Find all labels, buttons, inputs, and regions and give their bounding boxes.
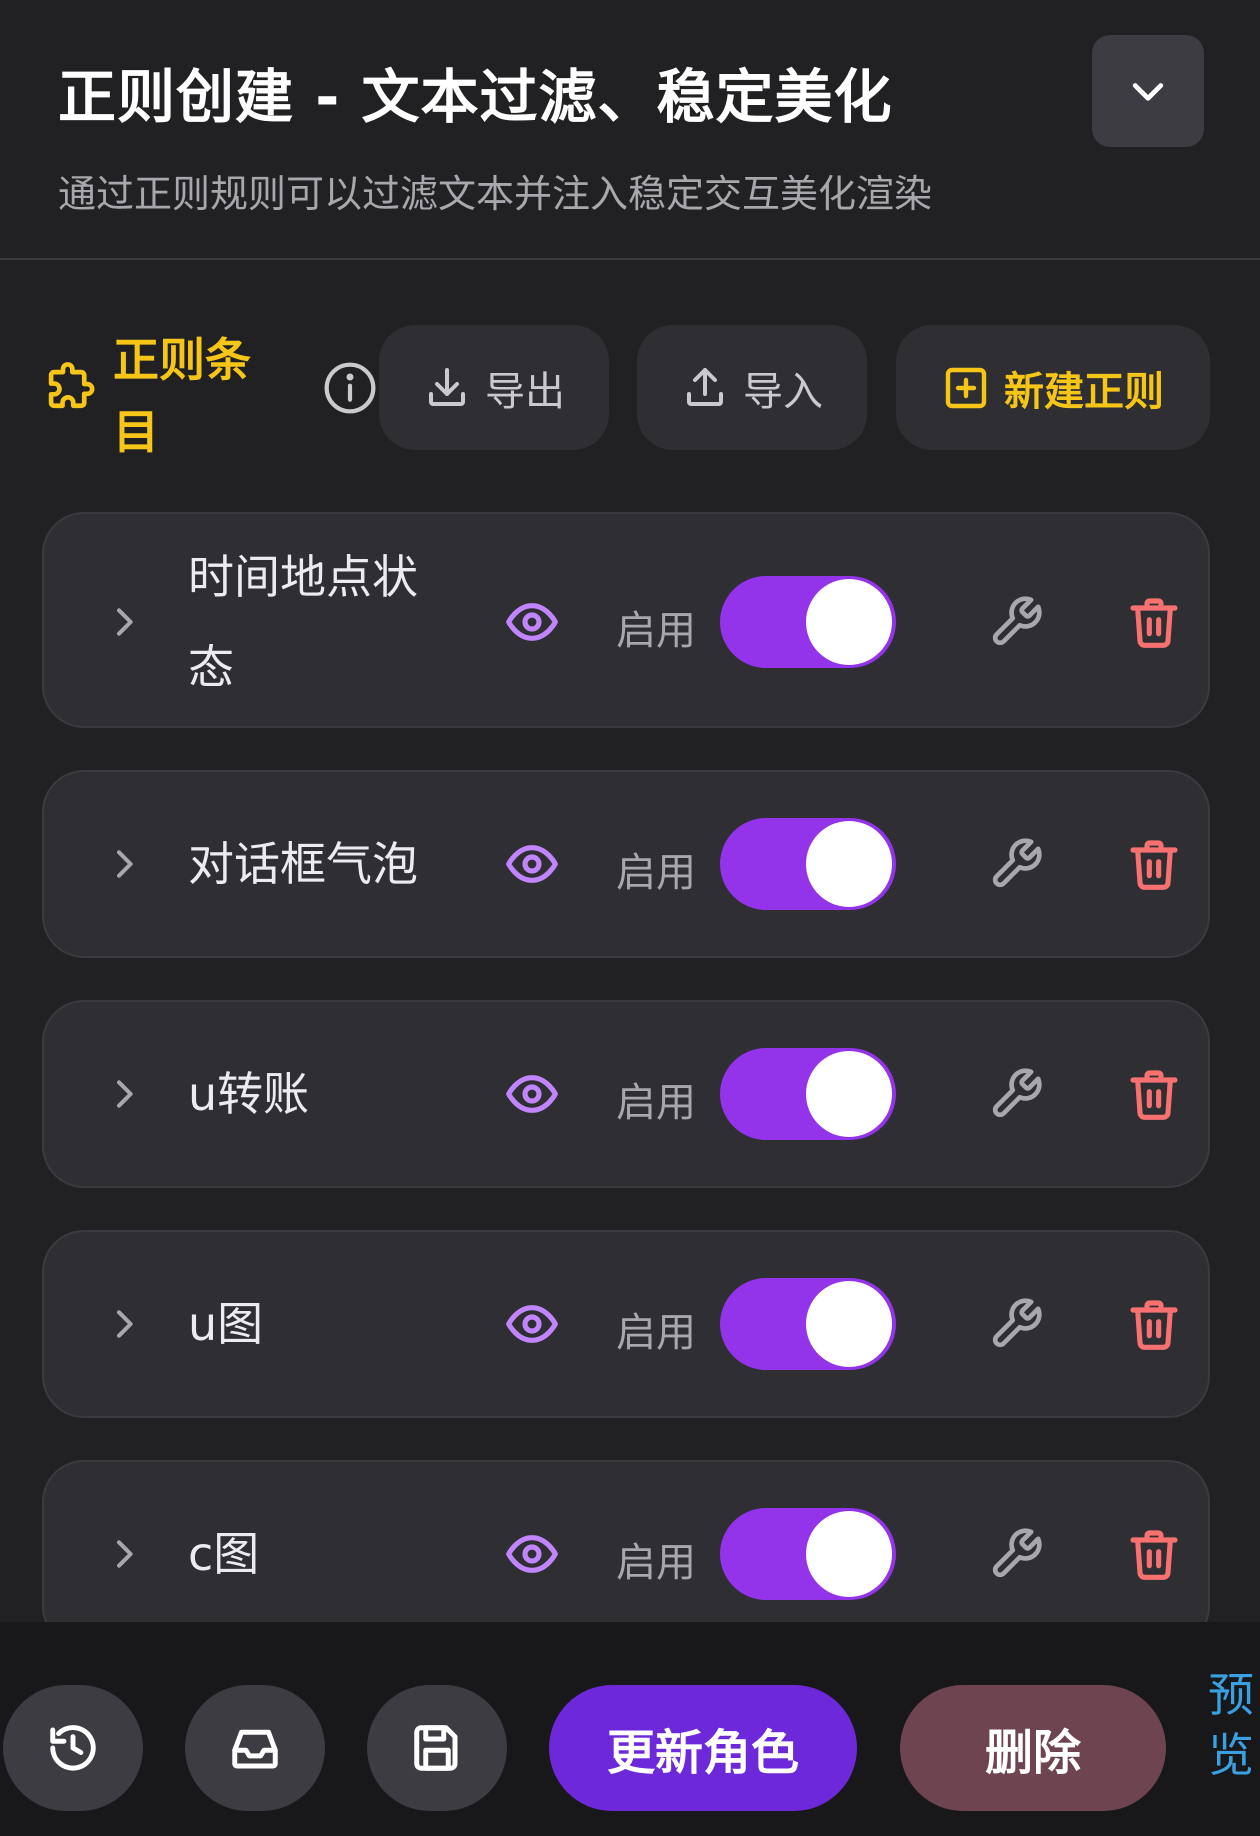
chevron-right-icon[interactable] (104, 602, 144, 642)
new-regex-label: 新建正则 (1004, 368, 1164, 415)
enable-toggle[interactable] (720, 1048, 896, 1140)
wrench-icon[interactable] (988, 1066, 1044, 1122)
enabled-label: 启用 (616, 1310, 696, 1356)
regex-name: u图 (188, 1297, 264, 1351)
preview-link[interactable]: 预览 (1208, 1665, 1258, 1785)
new-regex-button[interactable]: 新建正则 (896, 325, 1210, 450)
toggle-knob (806, 579, 892, 665)
header: 正则创建 - 文本过滤、稳定美化 通过正则规则可以过滤文本并注入稳定交互美化渲染 (0, 0, 1260, 260)
regex-row[interactable]: 时间地点状态 启用 (42, 512, 1210, 728)
header-divider (0, 258, 1260, 260)
regex-name: u转账 (188, 1067, 310, 1121)
trash-icon[interactable] (1126, 1066, 1182, 1122)
trash-icon[interactable] (1126, 836, 1182, 892)
wrench-icon[interactable] (988, 1296, 1044, 1352)
regex-list: 时间地点状态 启用 对话框气泡 启用 u转账 启用 u图 启用 c图 启用 (0, 512, 1260, 1622)
eye-icon[interactable] (504, 594, 560, 650)
eye-icon[interactable] (504, 1526, 560, 1582)
chevron-right-icon[interactable] (104, 1304, 144, 1344)
regex-row[interactable]: 对话框气泡 启用 (42, 770, 1210, 958)
upload-icon (687, 367, 723, 406)
wrench-icon[interactable] (988, 1526, 1044, 1582)
trash-icon[interactable] (1126, 594, 1182, 650)
regex-row[interactable]: c图 启用 (42, 1460, 1210, 1622)
regex-name: 时间地点状态 (188, 550, 418, 694)
delete-button[interactable]: 删除 (900, 1685, 1166, 1811)
regex-name: c图 (188, 1527, 260, 1581)
enable-toggle[interactable] (720, 818, 896, 910)
eye-icon[interactable] (504, 1296, 560, 1352)
page-subtitle: 通过正则规则可以过滤文本并注入稳定交互美化渲染 (58, 172, 933, 216)
enable-toggle[interactable] (720, 576, 896, 668)
history-icon (50, 1725, 96, 1771)
toggle-knob (806, 821, 892, 907)
section-title: 正则条目 (113, 333, 251, 459)
enabled-label: 启用 (616, 1540, 696, 1586)
enable-toggle[interactable] (720, 1278, 896, 1370)
enabled-label: 启用 (616, 608, 696, 654)
inbox-icon (232, 1729, 278, 1769)
inbox-button[interactable] (185, 1685, 325, 1811)
eye-icon[interactable] (504, 836, 560, 892)
chevron-down-icon (1132, 83, 1164, 101)
page-title: 正则创建 - 文本过滤、稳定美化 (58, 63, 893, 131)
enabled-label: 启用 (616, 850, 696, 896)
export-label: 导出 (485, 368, 565, 415)
info-icon[interactable] (322, 360, 378, 416)
chevron-right-icon[interactable] (104, 1534, 144, 1574)
collapse-button[interactable] (1092, 35, 1204, 147)
regex-row[interactable]: u转账 启用 (42, 1000, 1210, 1188)
export-button[interactable]: 导出 (379, 325, 609, 450)
enabled-label: 启用 (616, 1080, 696, 1126)
download-icon (429, 367, 465, 406)
eye-icon[interactable] (504, 1066, 560, 1122)
regex-row[interactable]: u图 启用 (42, 1230, 1210, 1418)
regex-editor-page: 正则创建 - 文本过滤、稳定美化 通过正则规则可以过滤文本并注入稳定交互美化渲染… (0, 0, 1260, 1836)
chevron-right-icon[interactable] (104, 1074, 144, 1114)
toggle-knob (806, 1511, 892, 1597)
save-button[interactable] (367, 1685, 507, 1811)
regex-name: 对话框气泡 (188, 837, 418, 891)
trash-icon[interactable] (1126, 1526, 1182, 1582)
import-button[interactable]: 导入 (637, 325, 867, 450)
update-character-button[interactable]: 更新角色 (549, 1685, 857, 1811)
toggle-knob (806, 1051, 892, 1137)
import-label: 导入 (743, 368, 823, 415)
history-button[interactable] (3, 1685, 143, 1811)
trash-icon[interactable] (1126, 1296, 1182, 1352)
puzzle-icon (48, 362, 95, 409)
toggle-knob (806, 1281, 892, 1367)
plus-square-icon (945, 367, 987, 408)
section-toolbar: 正则条目 导出 导入 新建正则 (0, 320, 1260, 460)
enable-toggle[interactable] (720, 1508, 896, 1600)
wrench-icon[interactable] (988, 594, 1044, 650)
wrench-icon[interactable] (988, 836, 1044, 892)
bottom-action-bar: 更新角色 删除 预览 (0, 1622, 1260, 1836)
chevron-right-icon[interactable] (104, 844, 144, 884)
save-icon (414, 1725, 458, 1771)
